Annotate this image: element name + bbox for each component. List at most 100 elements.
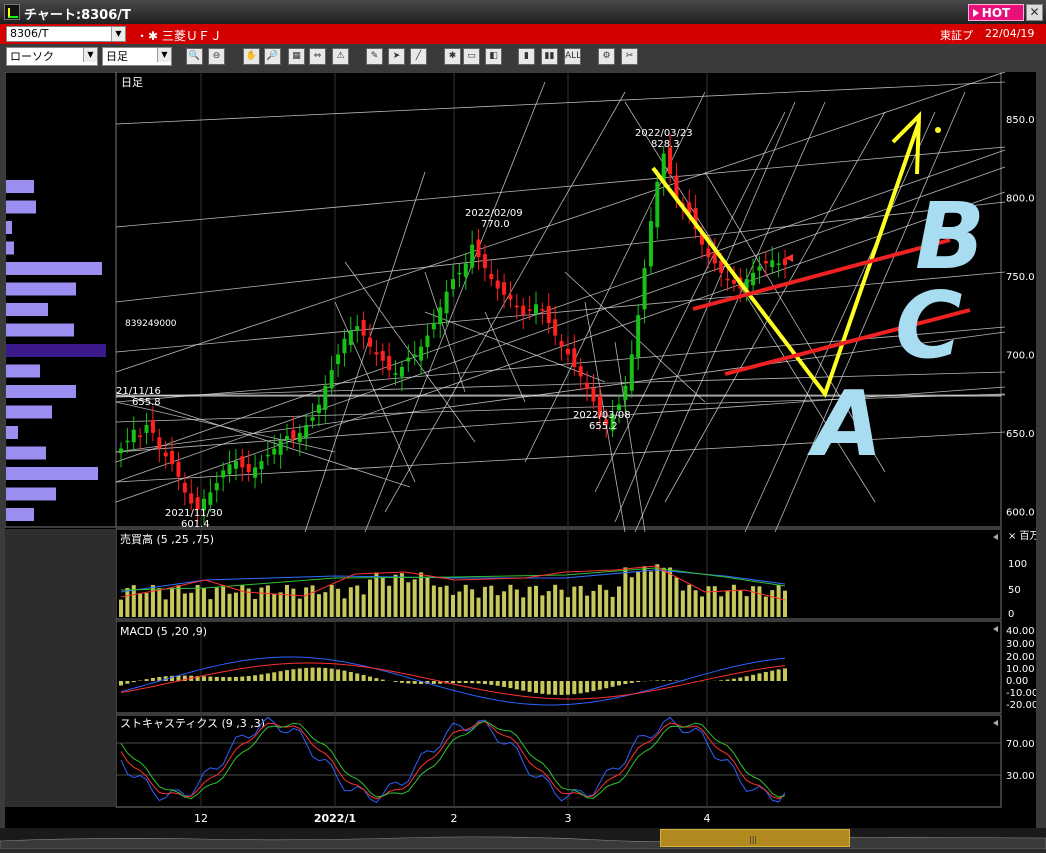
chevron-down-icon[interactable]: ▼ — [157, 48, 171, 62]
toolbar-bars-icon[interactable]: ▮ — [518, 48, 535, 65]
toolbar-warning-icon[interactable]: ⚠ — [332, 48, 349, 65]
time-scrollbar[interactable]: ||| — [0, 828, 1046, 849]
annotation-value: 770.0 — [481, 219, 510, 230]
candle-body — [572, 348, 576, 367]
volume-y-label: 0 — [1008, 609, 1014, 620]
toolbar-settings-icon[interactable]: ⚙ — [598, 48, 615, 65]
candle-body — [528, 309, 532, 311]
candle-body — [438, 307, 442, 324]
toolbar: ローソク ▼ 日足 ▼ 🔍⊖✋🔎▦⇔⚠✎➤╱✱▭◧▮▮▮ALL⚙✂ — [0, 44, 1046, 69]
volume-bar — [208, 599, 212, 617]
macd-bar — [770, 671, 774, 681]
candle-body — [266, 455, 270, 457]
close-icon[interactable]: ✕ — [1026, 4, 1043, 21]
volume-bar — [604, 590, 608, 617]
chevron-down-icon[interactable]: ▼ — [111, 27, 125, 41]
volume-bar — [540, 595, 544, 617]
candle-body — [145, 425, 149, 433]
macd-bar — [413, 681, 417, 684]
symbol-input[interactable]: 8306/T ▼ — [6, 26, 126, 42]
chart-type-select[interactable]: ローソク ▼ — [6, 47, 98, 66]
toolbar-cursor-icon[interactable]: ➤ — [388, 48, 405, 65]
volume-bar — [291, 589, 295, 617]
macd-bar — [400, 681, 404, 683]
candle-body — [368, 338, 372, 347]
price-profile-bar — [6, 201, 36, 214]
macd-bar — [432, 681, 436, 684]
company-name: ・✱ 三菱ＵＦＪ — [136, 27, 222, 44]
scrollbar-thumb[interactable]: ||| — [660, 829, 850, 847]
volume-bar — [266, 585, 270, 617]
candle-body — [783, 259, 787, 265]
price-y-label: 650.0 — [1006, 429, 1035, 440]
chevron-down-icon[interactable]: ▼ — [83, 48, 97, 62]
volume-bar — [489, 586, 493, 617]
price-profile-bar — [6, 324, 74, 337]
volume-bar — [770, 590, 774, 617]
volume-bar — [617, 586, 621, 617]
toolbar-star-icon[interactable]: ✱ — [444, 48, 461, 65]
macd-bar — [777, 669, 781, 681]
toolbar-all-icon[interactable]: ALL — [564, 48, 581, 65]
toolbar-pencil-icon[interactable]: ✎ — [366, 48, 383, 65]
x-axis-label: 2022/1 — [314, 812, 356, 825]
candle-body — [189, 493, 193, 503]
price-profile-bar — [6, 303, 48, 316]
date-label: 22/04/19 — [985, 27, 1034, 40]
toolbar-arrows-icon[interactable]: ⇔ — [309, 48, 326, 65]
macd-bar — [502, 681, 506, 687]
price-profile-bar — [6, 467, 98, 480]
toolbar-zoom-out-icon[interactable]: ⊖ — [208, 48, 225, 65]
candle-body — [457, 273, 461, 275]
toolbar-color-icon[interactable]: ◧ — [485, 48, 502, 65]
macd-bar — [611, 681, 615, 687]
toolbar-search-icon[interactable]: 🔎 — [264, 48, 281, 65]
macd-bar — [266, 673, 270, 681]
chart-area[interactable]: 850.0800.0750.0700.0650.0600.0日足122022/1… — [5, 72, 1036, 828]
macd-bar — [406, 681, 410, 683]
candle-body — [208, 492, 212, 504]
price-profile-bar — [6, 365, 40, 378]
macd-bar — [457, 681, 461, 683]
price-profile-bar — [6, 385, 76, 398]
volume-bar — [649, 571, 653, 617]
candle-body — [489, 274, 493, 279]
volume-bar — [470, 589, 474, 617]
candle-body — [355, 326, 359, 330]
toolbar-bars2-icon[interactable]: ▮▮ — [541, 48, 558, 65]
volume-bar — [145, 593, 149, 617]
candle-body — [451, 279, 455, 289]
toolbar-rect-icon[interactable]: ▭ — [463, 48, 480, 65]
candle-body — [757, 267, 761, 271]
candle-body — [470, 245, 474, 268]
macd-bar — [253, 675, 257, 681]
candle-body — [751, 273, 755, 285]
candle-body — [164, 452, 168, 456]
volume-bar — [662, 568, 666, 617]
scrollbar-overview — [0, 828, 1046, 849]
volume-bar — [419, 572, 423, 617]
volume-bar — [713, 586, 717, 617]
period-select[interactable]: 日足 ▼ — [102, 47, 172, 66]
price-profile-bar — [6, 283, 76, 296]
title-bar[interactable]: チャート:8306/T HOT ✕ — [0, 0, 1046, 24]
candle-body — [234, 461, 238, 469]
macd-bar — [451, 681, 455, 683]
chart-svg[interactable]: 850.0800.0750.0700.0650.0600.0日足122022/1… — [5, 72, 1036, 828]
candle-body — [726, 279, 730, 281]
x-axis-label: 2 — [451, 812, 458, 825]
hot-button[interactable]: HOT — [968, 4, 1024, 21]
toolbar-hand-icon[interactable]: ✋ — [243, 48, 260, 65]
toolbar-tools-icon[interactable]: ✂ — [621, 48, 638, 65]
toolbar-zoom-icon[interactable]: 🔍 — [186, 48, 203, 65]
volume-bar — [189, 593, 193, 617]
candle-body — [125, 441, 129, 443]
toolbar-table-icon[interactable]: ▦ — [288, 48, 305, 65]
macd-bar — [119, 681, 123, 685]
candle-body — [643, 268, 647, 309]
candle-body — [311, 417, 315, 421]
macd-bar — [317, 668, 321, 681]
macd-y-label: -10.00 — [1006, 688, 1036, 699]
toolbar-line-draw-icon[interactable]: ╱ — [410, 48, 427, 65]
macd-bar — [279, 671, 283, 681]
